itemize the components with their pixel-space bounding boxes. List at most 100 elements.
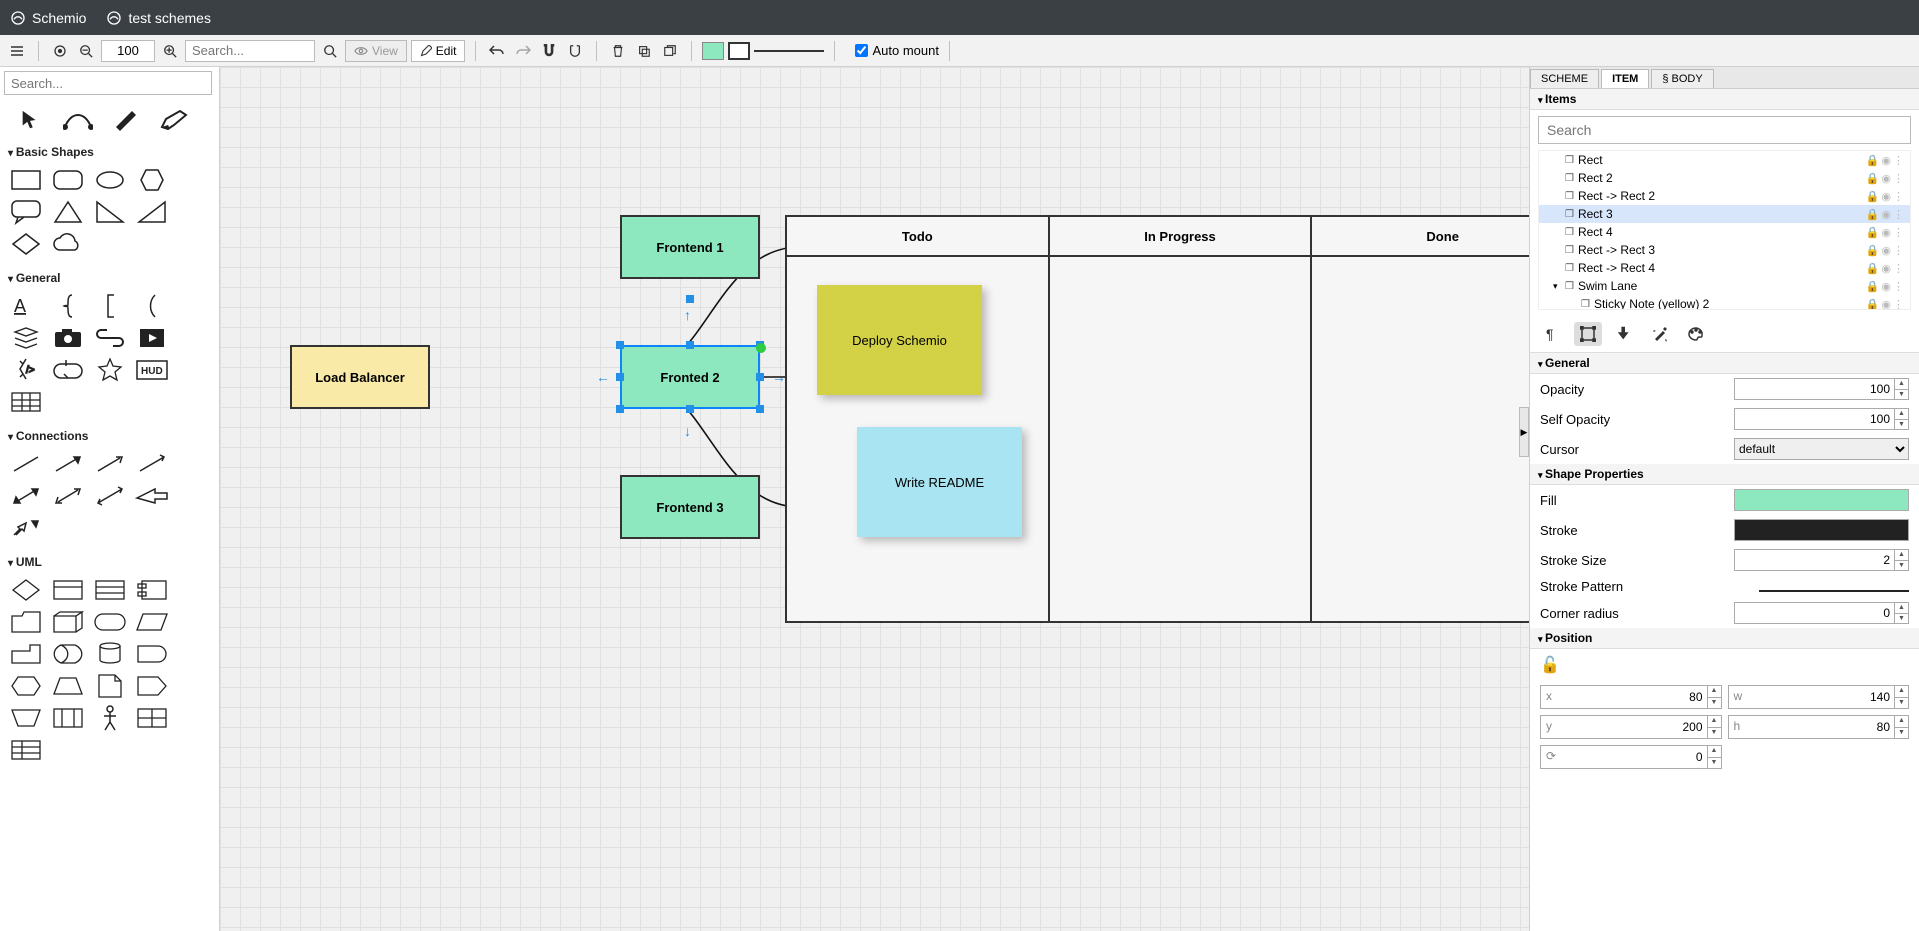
shape-right-triangle-icon[interactable] (92, 199, 128, 225)
pos-rot-input[interactable] (1540, 745, 1722, 769)
lock-icon[interactable]: 🔒 (1866, 190, 1880, 203)
lock-icon[interactable]: 🔒 (1866, 262, 1880, 275)
snap-icon[interactable] (538, 40, 560, 62)
pen-tool-icon[interactable] (106, 105, 146, 135)
menu-icon[interactable] (6, 40, 28, 62)
curve-tool-icon[interactable] (58, 105, 98, 135)
uml-trapezoid-icon[interactable] (50, 673, 86, 699)
shape-brace-left-icon[interactable] (50, 293, 86, 319)
uml-table3-icon[interactable] (8, 737, 44, 763)
lock-icon[interactable]: 🔒 (1866, 154, 1880, 167)
tab-scheme[interactable]: SCHEME (1530, 69, 1599, 88)
visibility-icon[interactable]: ◉ (1881, 208, 1891, 221)
tree-item[interactable]: ❒Rect -> Rect 2🔒◉⋮ (1539, 187, 1910, 205)
shape-table-icon[interactable] (8, 389, 44, 415)
stroke-size-input[interactable] (1734, 549, 1909, 571)
uml-trap2-icon[interactable] (8, 705, 44, 731)
breadcrumb-link[interactable]: test schemes (106, 10, 210, 26)
pos-h-input[interactable] (1728, 715, 1910, 739)
opacity-input[interactable] (1734, 378, 1909, 400)
tree-item[interactable]: ❒Rect 3🔒◉⋮ (1539, 205, 1910, 223)
pos-y-input[interactable] (1540, 715, 1722, 739)
selection-handle[interactable] (686, 295, 694, 303)
proptab-text-icon[interactable]: ¶ (1538, 322, 1566, 346)
fill-color-picker[interactable] (1734, 489, 1909, 511)
shape-text-icon[interactable]: A (8, 293, 44, 319)
uml-lens-icon[interactable] (50, 641, 86, 667)
node-load-balancer[interactable]: Load Balancer (290, 345, 430, 409)
more-icon[interactable]: ⋮ (1893, 172, 1904, 185)
visibility-icon[interactable]: ◉ (1881, 280, 1891, 293)
shape-callout-icon[interactable] (8, 199, 44, 225)
right-panel-collapse-icon[interactable]: ▶ (1519, 407, 1529, 457)
target-icon[interactable] (49, 40, 71, 62)
uml-component-icon[interactable] (134, 577, 170, 603)
lock-icon[interactable]: 🔒 (1866, 244, 1880, 257)
uml-actor-icon[interactable] (92, 705, 128, 731)
tab-item[interactable]: ITEM (1601, 69, 1649, 88)
shape-rect-icon[interactable] (8, 167, 44, 193)
selection-handle[interactable] (616, 373, 624, 381)
self-opacity-input[interactable] (1734, 408, 1909, 430)
pos-w-input[interactable] (1728, 685, 1910, 709)
duplicate-icon[interactable] (659, 40, 681, 62)
swim-col-done[interactable] (1312, 257, 1529, 621)
stroke-pattern-picker[interactable] (1759, 590, 1909, 592)
more-icon[interactable]: ⋮ (1893, 262, 1904, 275)
lock-icon[interactable]: 🔓 (1540, 657, 1560, 674)
uml-split-icon[interactable] (50, 705, 86, 731)
shape-hexagon-icon[interactable] (134, 167, 170, 193)
conn-double-thin-icon[interactable] (92, 483, 128, 509)
canvas[interactable]: Load Balancer Frontend 1 Fronted 2 Front… (220, 67, 1529, 931)
section-connections[interactable]: Connections (0, 425, 219, 447)
search-icon[interactable] (319, 40, 341, 62)
selection-handle[interactable] (756, 405, 764, 413)
uml-diamond-icon[interactable] (8, 577, 44, 603)
section-items[interactable]: Items (1530, 89, 1919, 110)
more-icon[interactable]: ⋮ (1893, 244, 1904, 257)
conn-block-arrow-icon[interactable] (134, 483, 170, 509)
pos-x-input[interactable] (1540, 685, 1722, 709)
visibility-icon[interactable]: ◉ (1881, 154, 1891, 167)
tree-item[interactable]: ❒Rect -> Rect 3🔒◉⋮ (1539, 241, 1910, 259)
stroke-color-picker[interactable] (1734, 519, 1909, 541)
uml-hexagon-icon[interactable] (8, 673, 44, 699)
uml-class3-icon[interactable] (92, 577, 128, 603)
redo-icon[interactable] (512, 40, 534, 62)
shape-bracket-icon[interactable] (92, 293, 128, 319)
tree-item[interactable]: ❒Rect -> Rect 4🔒◉⋮ (1539, 259, 1910, 277)
selection-handle[interactable] (686, 405, 694, 413)
uml-note-icon[interactable] (92, 673, 128, 699)
swim-lane[interactable]: Todo In Progress Done Deploy Schemio Wri… (785, 215, 1529, 623)
tree-item[interactable]: ▾❒Swim Lane🔒◉⋮ (1539, 277, 1910, 295)
more-icon[interactable]: ⋮ (1893, 280, 1904, 293)
line-style-swatch[interactable] (754, 42, 824, 60)
visibility-icon[interactable]: ◉ (1881, 172, 1891, 185)
proptab-effects-icon[interactable] (1646, 322, 1674, 346)
uml-tab-icon[interactable] (8, 641, 44, 667)
tree-item[interactable]: ❒Rect 4🔒◉⋮ (1539, 223, 1910, 241)
swim-col-todo[interactable]: Deploy Schemio Write README (787, 257, 1050, 621)
section-shape-props[interactable]: Shape Properties (1530, 464, 1919, 485)
node-frontend-1[interactable]: Frontend 1 (620, 215, 760, 279)
items-search-input[interactable] (1538, 116, 1911, 144)
node-frontend-3[interactable]: Frontend 3 (620, 475, 760, 539)
shape-link-icon[interactable] (92, 325, 128, 351)
swim-col-inprogress[interactable] (1050, 257, 1313, 621)
undo-icon[interactable] (486, 40, 508, 62)
selection-handle[interactable] (756, 373, 764, 381)
shape-code-icon[interactable]: /> (8, 357, 44, 383)
uml-parallelogram-icon[interactable] (134, 609, 170, 635)
more-icon[interactable]: ⋮ (1893, 298, 1904, 311)
proptab-color-icon[interactable] (1682, 322, 1710, 346)
search-input[interactable] (185, 40, 315, 62)
shape-search-input[interactable] (4, 71, 212, 95)
edit-mode-button[interactable]: Edit (411, 40, 466, 62)
lock-icon[interactable]: 🔒 (1866, 172, 1880, 185)
section-general[interactable]: General (0, 267, 219, 289)
conn-arrow-icon[interactable] (50, 451, 86, 477)
shape-stack-icon[interactable] (8, 325, 44, 351)
shape-camera-icon[interactable] (50, 325, 86, 351)
shape-cloud-icon[interactable] (50, 231, 86, 257)
conn-double-icon[interactable] (8, 483, 44, 509)
